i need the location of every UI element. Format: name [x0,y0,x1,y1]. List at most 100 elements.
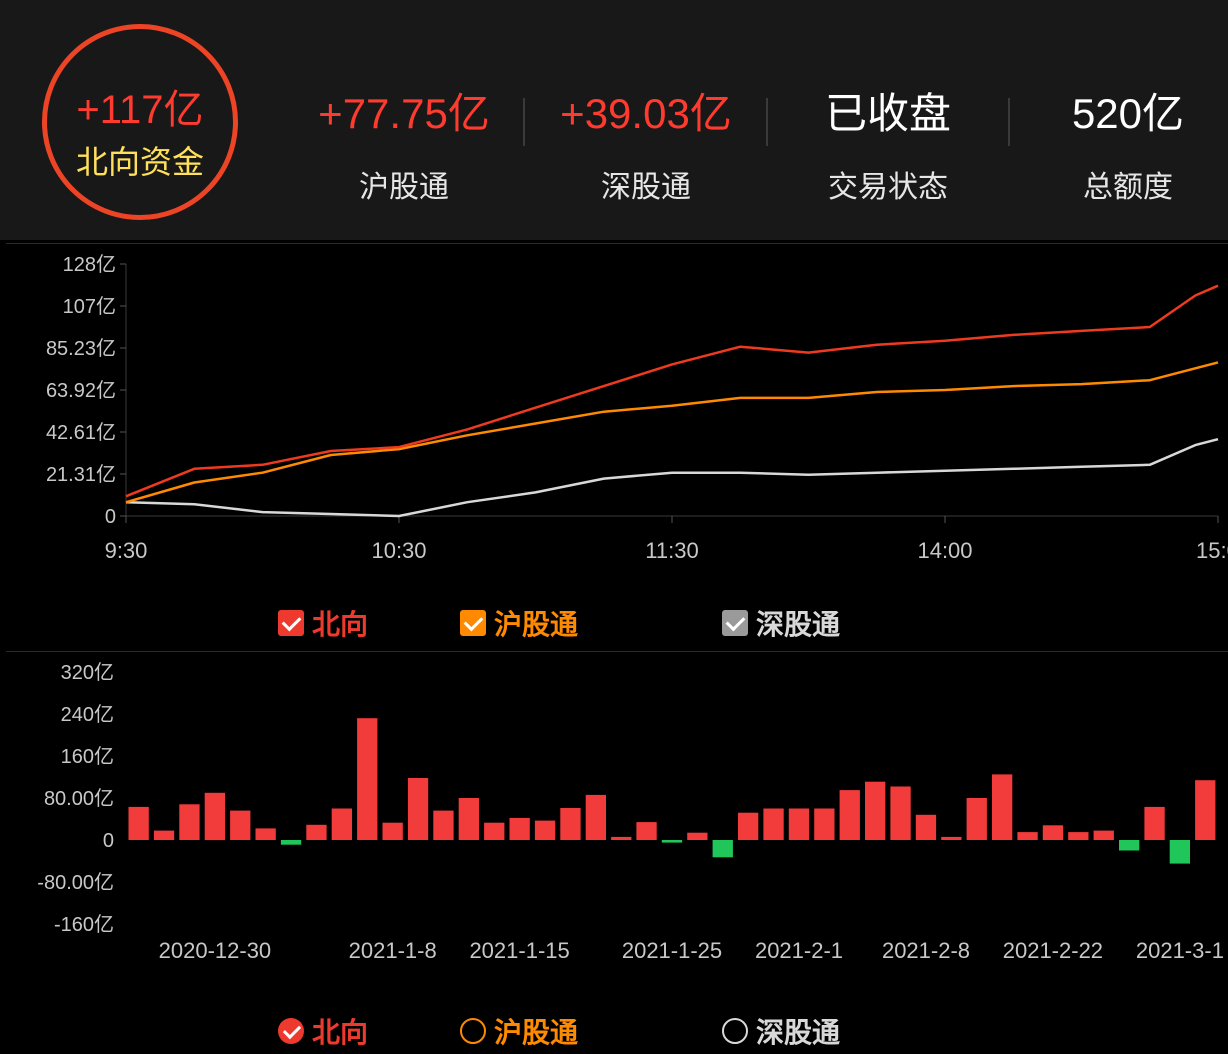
bar [509,817,530,840]
legend-shanghai-label: 沪股通 [494,609,579,640]
stat-shenzhen-value: +39.03亿 [560,90,732,137]
bar [1144,806,1165,840]
legend-north[interactable]: 北向 [278,603,368,643]
bar [382,822,403,840]
stat-shanghai-value: +77.75亿 [318,90,490,137]
bar [941,836,962,840]
x-tick-label: 14:00 [917,538,972,563]
bar [204,792,225,841]
bar [280,840,302,845]
daily-legend-north[interactable]: 北向 [278,1011,368,1051]
bar [255,828,276,840]
bar [712,840,733,858]
x-tick-label: 2021-1-25 [622,938,722,963]
legend-north-label: 北向 [312,609,369,640]
x-tick-label: 11:30 [645,538,698,563]
stat-total-quota: 520亿 总额度 [1008,86,1228,206]
checkbox-checked-icon[interactable] [460,610,486,636]
y-tick-label: 80.00亿 [44,787,114,810]
bar [865,781,886,840]
legend-shenzhen-label: 深股通 [756,609,841,640]
bar [153,830,175,840]
daily-legend-shenzhen[interactable]: 深股通 [722,1011,840,1051]
bar [763,808,784,840]
intraday-flow-chart: 128亿 107亿 85.23亿 63.92亿 42.61亿 21.31亿 0 9:30 10:… [46,253,1228,563]
checkbox-checked-icon[interactable] [278,610,304,636]
daily-legend-shanghai-label: 沪股通 [494,1017,579,1048]
series-line-shenzhen [125,437,1219,518]
radio-unselected-icon[interactable] [460,1018,486,1044]
x-tick-label: 2021-1-15 [469,938,569,963]
y-tick-label: 0 [105,506,116,528]
bar [738,812,759,840]
daily-legend-shenzhen-label: 深股通 [756,1017,841,1048]
bar [661,840,683,843]
x-tick-label: 2020-12-30 [159,938,272,963]
y-tick-label: 240亿 [61,703,114,726]
y-tick-label: 128亿 [63,253,116,276]
radio-unselected-icon[interactable] [722,1018,748,1044]
bar [1017,832,1038,840]
stat-divider [523,98,525,146]
bar [890,786,911,840]
x-tick-label: 10:30 [371,538,426,563]
bar [585,794,606,840]
y-tick-label: 107亿 [63,295,116,318]
x-tick-label: 2021-2-1 [755,938,843,963]
x-tick-label: 2021-2-8 [882,938,970,963]
y-tick-label: 63.92亿 [46,379,116,402]
bar [128,806,149,840]
y-tick-label: -80.00亿 [37,871,114,894]
stat-total-quota-value: 520亿 [1071,90,1185,137]
bar [636,822,657,840]
bar [966,798,987,840]
bar [915,814,937,840]
x-tick-label: 2021-2-22 [1003,938,1103,963]
y-tick-label: 320亿 [61,661,114,684]
y-tick-label: 85.23亿 [46,337,116,360]
x-tick-label: 9:30 [105,538,148,563]
bar [1093,830,1114,840]
stat-shanghai-label: 沪股通 [359,171,449,204]
bar [433,810,454,840]
bar [306,824,327,840]
daily-legend-north-label: 北向 [312,1017,369,1048]
stat-shenzhen-label: 深股通 [601,171,691,204]
series-line-shanghai [125,361,1219,504]
radio-selected-icon[interactable] [278,1018,304,1044]
bar [179,804,200,840]
stat-shanghai: +77.75亿 沪股通 [284,86,524,206]
bar [1169,840,1190,864]
northbound-total-label: 北向资金 [75,144,204,180]
checkbox-checked-icon[interactable] [722,610,748,636]
bar [331,808,352,840]
bar [611,836,632,840]
y-tick-label: 21.31亿 [46,463,116,486]
stat-trading-status: 已收盘 交易状态 [768,86,1008,206]
bar [839,790,860,840]
legend-shenzhen[interactable]: 深股通 [722,603,840,643]
bar [814,808,835,840]
bar [407,778,429,840]
stat-trading-status-value: 已收盘 [824,90,951,137]
stat-shenzhen: +39.03亿 深股通 [526,86,766,206]
daily-legend-shanghai[interactable]: 沪股通 [460,1011,578,1051]
y-tick-label: 160亿 [61,745,114,768]
bar [1068,832,1089,840]
bar [1195,780,1216,840]
bar [458,798,479,840]
bar [357,718,378,840]
bar [484,822,505,840]
bar [1042,825,1064,840]
y-tick-label: 42.61亿 [46,421,116,444]
x-tick-label: 15:00 [1196,538,1228,563]
bar [230,810,251,840]
northbound-total-value: +117亿 [76,88,204,132]
y-tick-label: 0 [103,830,114,852]
bar [534,820,556,840]
x-tick-label: 2021-1-8 [349,938,437,963]
x-tick-label: 2021-3-1 [1136,938,1224,963]
bar [1119,840,1140,851]
legend-shanghai[interactable]: 沪股通 [460,603,578,643]
northbound-total-badge: +117亿 北向资金 [42,24,238,220]
